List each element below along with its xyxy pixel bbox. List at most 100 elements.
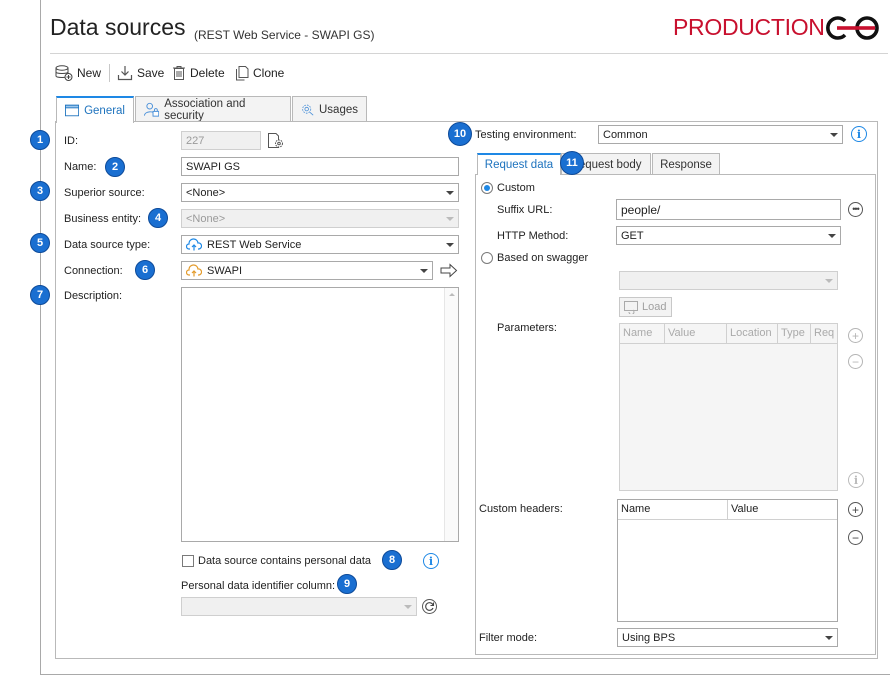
testing-environment-dropdown[interactable]: Common: [598, 125, 843, 144]
personal-identifier-label: Personal data identifier column:: [181, 580, 336, 592]
add-header-icon[interactable]: +: [848, 502, 863, 517]
callout-badge: 2: [105, 157, 125, 177]
tab-general[interactable]: General: [56, 96, 134, 123]
save-icon: [117, 66, 133, 81]
chevron-down-icon: [828, 233, 836, 238]
callout-badge: 10: [448, 122, 472, 146]
id-label: ID:: [64, 135, 79, 147]
column-header: Location: [727, 324, 778, 343]
custom-headers-label: Custom headers:: [479, 503, 563, 515]
description-textarea[interactable]: [181, 287, 459, 542]
clone-label: Clone: [253, 66, 285, 80]
custom-headers-grid[interactable]: Name Value: [617, 499, 838, 622]
id-details-icon[interactable]: [267, 132, 285, 152]
data-source-type-content: REST Web Service: [186, 238, 301, 251]
callout-badge: 1: [30, 130, 50, 150]
callout-badge: 4: [148, 208, 168, 228]
name-input[interactable]: SWAPI GS: [181, 157, 459, 176]
swagger-dropdown: [619, 271, 838, 290]
http-method-label: HTTP Method:: [497, 230, 569, 242]
info-icon[interactable]: i: [423, 553, 439, 569]
custom-radio[interactable]: [481, 182, 493, 194]
cloud-connection-icon: [186, 264, 202, 277]
suffix-url-label: Suffix URL:: [497, 204, 553, 216]
chevron-down-icon: [446, 216, 454, 221]
id-field: 227: [181, 131, 261, 150]
cloud-upload-icon: [186, 238, 202, 251]
data-source-type-dropdown[interactable]: REST Web Service: [181, 235, 459, 254]
save-button[interactable]: Save: [117, 63, 164, 83]
description-label: Description:: [64, 290, 123, 302]
tab-association-security[interactable]: Association and security: [135, 96, 291, 122]
connection-dropdown[interactable]: SWAPI: [181, 261, 433, 280]
superior-source-label: Superior source:: [64, 187, 145, 199]
chevron-down-icon: [830, 132, 838, 137]
chevron-down-icon: [825, 635, 833, 640]
filter-mode-value: Using BPS: [622, 631, 676, 644]
clone-button[interactable]: Clone: [235, 63, 284, 83]
name-label: Name:: [64, 161, 97, 173]
window-icon: [65, 104, 80, 117]
data-source-type-label: Data source type:: [64, 239, 151, 251]
more-options-icon[interactable]: •••: [848, 202, 863, 217]
info-icon[interactable]: i: [851, 126, 867, 142]
superior-source-dropdown[interactable]: <None>: [181, 183, 459, 202]
testing-environment-label: Testing environment:: [475, 129, 577, 141]
chevron-down-icon: [446, 190, 454, 195]
parameters-grid: Name Value Location Type Req: [619, 323, 838, 491]
chevron-down-icon: [825, 278, 833, 283]
webcon-logo-icon: [823, 15, 885, 44]
personal-data-checkbox[interactable]: [182, 555, 194, 567]
toolbar-divider: [109, 64, 110, 82]
swagger-radio[interactable]: [481, 252, 493, 264]
filter-mode-label: Filter mode:: [479, 632, 538, 644]
custom-radio-label: Custom: [497, 182, 535, 194]
parameters-grid-header: Name Value Location Type Req: [620, 324, 837, 344]
remove-header-icon[interactable]: −: [848, 530, 863, 545]
swagger-radio-label: Based on swagger: [497, 252, 589, 264]
refresh-icon[interactable]: [422, 599, 437, 614]
suffix-url-input[interactable]: people/: [616, 199, 841, 220]
callout-badge: 11: [560, 151, 584, 175]
tab-general-label: General: [84, 104, 125, 117]
column-header: Req: [814, 327, 835, 339]
business-entity-label: Business entity:: [64, 213, 142, 225]
tab-usages-label: Usages: [319, 103, 358, 116]
superior-source-value: <None>: [186, 186, 226, 199]
connection-value: SWAPI: [207, 264, 243, 277]
header-divider: [50, 53, 888, 54]
gear-icon: [302, 104, 314, 116]
column-header: Type: [778, 324, 811, 343]
connection-content: SWAPI: [186, 264, 242, 277]
remove-parameter-icon: −: [848, 354, 863, 369]
tab-association-label: Association and security: [164, 97, 246, 122]
testing-environment-value: Common: [603, 128, 648, 141]
parameters-label: Parameters:: [497, 322, 557, 334]
headers-grid-header: Name Value: [618, 500, 837, 520]
new-button[interactable]: New: [55, 63, 101, 83]
tab-usages[interactable]: Usages: [292, 96, 367, 122]
callout-badge: 6: [135, 260, 155, 280]
filter-mode-dropdown[interactable]: Using BPS: [617, 628, 838, 647]
tab-response[interactable]: Response: [652, 153, 720, 175]
go-to-connection-arrow-icon[interactable]: [440, 263, 458, 281]
copy-icon: [236, 66, 249, 81]
load-label: Load: [642, 301, 667, 313]
column-header: Name: [618, 500, 728, 519]
callout-badge: 7: [30, 285, 50, 305]
tab-request-data[interactable]: Request data: [477, 153, 561, 175]
personal-identifier-dropdown: [181, 597, 417, 616]
page-title: Data sources: [50, 14, 186, 40]
column-header: Name: [620, 324, 665, 343]
description-scrollbar[interactable]: [444, 288, 458, 541]
user-lock-icon: [144, 102, 160, 117]
database-add-icon: [55, 65, 73, 81]
add-parameter-icon: +: [848, 328, 863, 343]
trash-icon: [173, 66, 185, 80]
new-label: New: [77, 66, 102, 80]
load-icon: [624, 300, 638, 314]
page-subtitle: (REST Web Service - SWAPI GS): [194, 28, 375, 42]
http-method-dropdown[interactable]: GET: [616, 226, 841, 245]
delete-button[interactable]: Delete: [172, 63, 225, 83]
connection-label: Connection:: [64, 265, 123, 277]
